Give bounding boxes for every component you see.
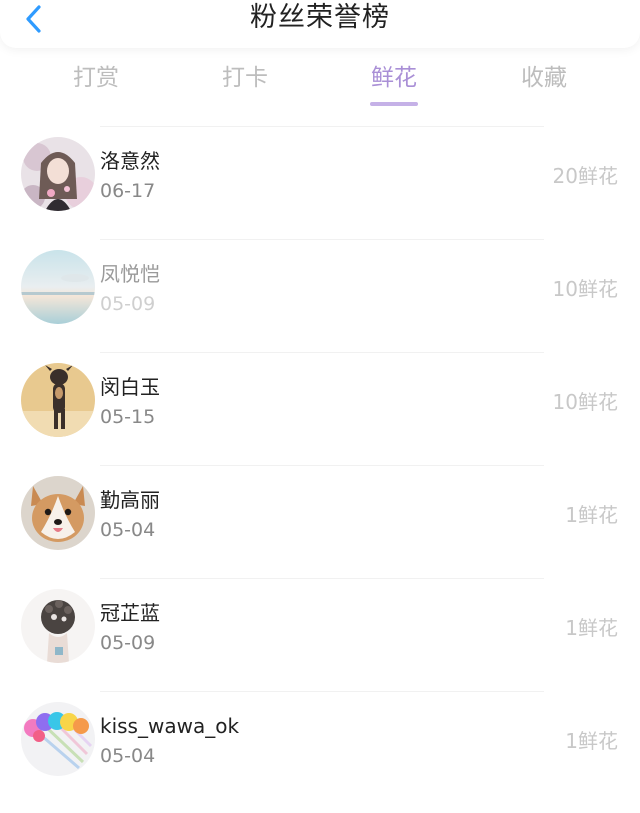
flower-count: 1鲜花	[565, 503, 618, 527]
row-divider	[100, 691, 544, 692]
tab-checkin[interactable]: 打卡	[195, 58, 295, 98]
flower-count: 10鲜花	[552, 277, 618, 301]
avatar-colorful-pens[interactable]	[21, 702, 95, 776]
fan-date: 05-15	[100, 406, 156, 428]
row-divider	[100, 239, 544, 240]
fan-row[interactable]: kiss_wawa_ok 05-04 1鲜花	[0, 691, 640, 804]
fan-row[interactable]: 勤高丽 05-04 1鲜花	[0, 465, 640, 578]
avatar-dog-standing[interactable]	[21, 363, 95, 437]
fan-date: 05-09	[100, 293, 156, 315]
row-divider	[100, 465, 544, 466]
page-title: 粉丝荣誉榜	[250, 2, 390, 33]
fan-date: 05-09	[100, 632, 156, 654]
header-bar: 粉丝荣誉榜	[0, 0, 640, 48]
fan-name: 闵白玉	[100, 375, 160, 399]
fan-row[interactable]: 闵白玉 05-15 10鲜花	[0, 352, 640, 465]
fan-row[interactable]: 洛意然 06-17 20鲜花	[0, 126, 640, 239]
row-divider	[100, 126, 544, 127]
row-divider	[100, 352, 544, 353]
tab-flowers-label: 鲜花	[371, 65, 417, 91]
fan-row[interactable]: 冠芷蓝 05-09 1鲜花	[0, 578, 640, 691]
fan-name: 洛意然	[100, 149, 160, 173]
flower-count: 10鲜花	[552, 390, 618, 414]
flower-count: 20鲜花	[552, 164, 618, 188]
tab-flowers[interactable]: 鲜花	[344, 58, 444, 106]
fan-name: 冠芷蓝	[100, 601, 160, 625]
avatar-corgi[interactable]	[21, 476, 95, 550]
fan-date: 05-04	[100, 519, 156, 541]
fan-date: 06-17	[100, 180, 156, 202]
avatar-girl-flowers[interactable]	[21, 137, 95, 211]
tab-active-indicator	[370, 102, 418, 106]
fan-honor-page: 粉丝荣誉榜 打赏 打卡 鲜花 收藏 洛意然 06-17 20鲜花 凤悦恺 05-…	[0, 0, 640, 813]
avatar-sea-sky[interactable]	[21, 250, 95, 324]
avatar-braided-hair[interactable]	[21, 589, 95, 663]
tab-reward[interactable]: 打赏	[46, 58, 146, 98]
fan-row[interactable]: 凤悦恺 05-09 10鲜花	[0, 239, 640, 352]
flower-count: 1鲜花	[565, 616, 618, 640]
tab-favorites[interactable]: 收藏	[494, 58, 594, 98]
fan-name: 凤悦恺	[100, 262, 160, 286]
fan-date: 05-04	[100, 745, 156, 767]
fan-name: 勤高丽	[100, 488, 160, 512]
row-divider	[100, 578, 544, 579]
fan-list: 洛意然 06-17 20鲜花 凤悦恺 05-09 10鲜花 闵白玉 05-15 …	[0, 126, 640, 804]
tab-bar: 打赏 打卡 鲜花 收藏	[0, 58, 640, 110]
flower-count: 1鲜花	[565, 729, 618, 753]
fan-name: kiss_wawa_ok	[100, 714, 240, 738]
